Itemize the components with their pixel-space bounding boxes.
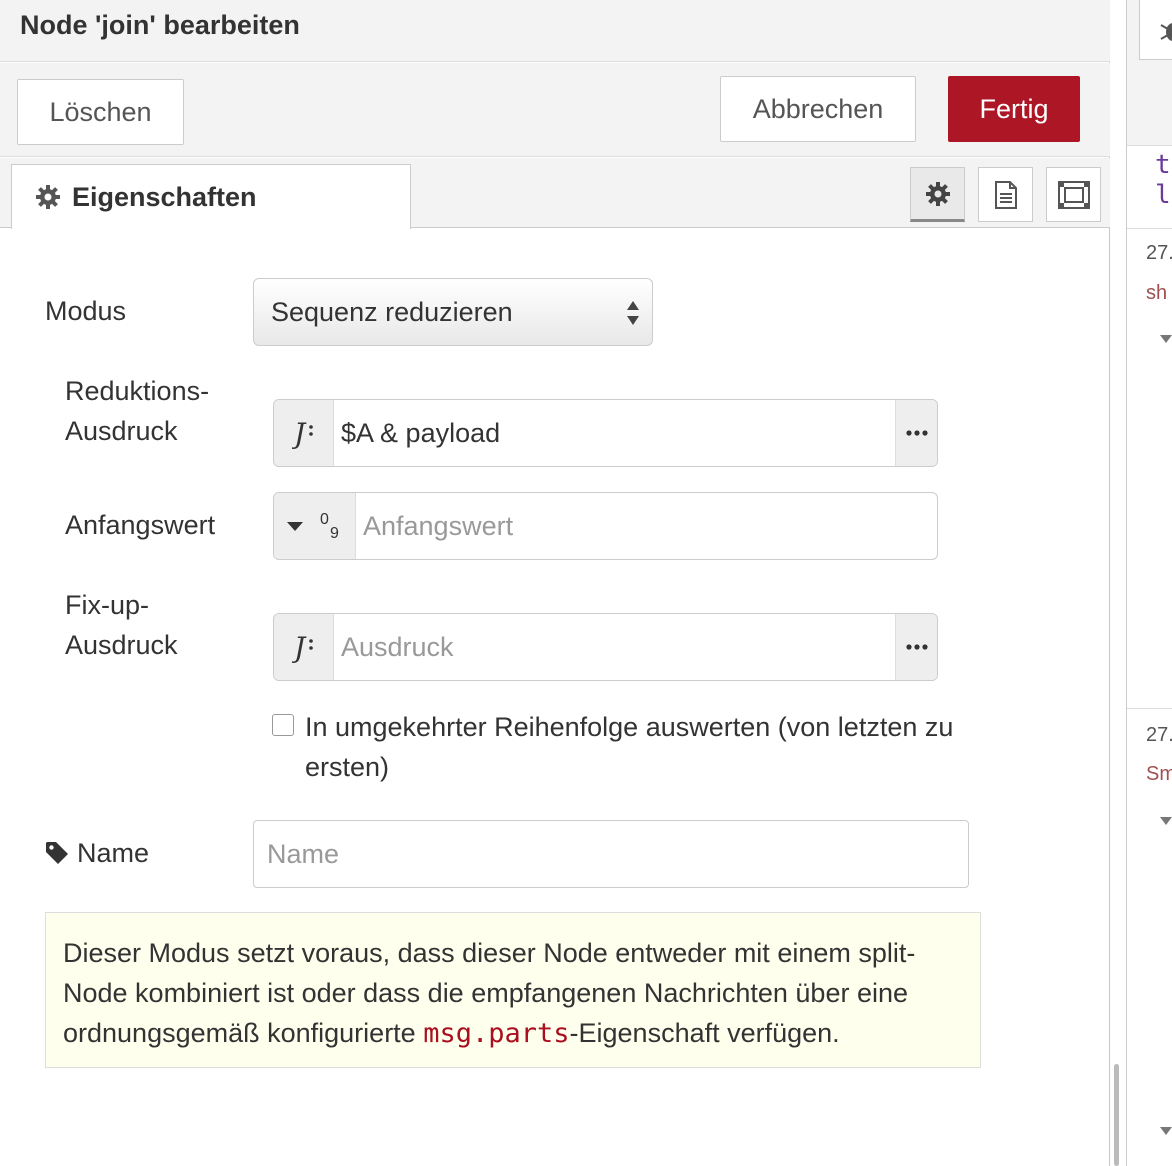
- sidebar-tab-debug[interactable]: [1139, 0, 1172, 60]
- gear-icon: [36, 185, 60, 209]
- fixup-expression-input[interactable]: J Ausdruck: [273, 613, 938, 681]
- mode-select-value: Sequenz reduzieren: [271, 296, 513, 327]
- name-label: Name: [45, 833, 149, 873]
- tab-properties-label: Eigenschaften: [72, 181, 257, 212]
- svg-text:0: 0: [320, 511, 329, 528]
- name-input[interactable]: Name: [253, 820, 969, 888]
- number-type-button[interactable]: 0 9: [274, 493, 356, 559]
- debug-topic: Sm: [1146, 763, 1172, 785]
- debug-sidebar: t l 27. sh 27. Sm: [1126, 0, 1172, 1166]
- expression-editor-button[interactable]: [895, 400, 937, 466]
- jsonata-type-button[interactable]: J: [274, 614, 334, 680]
- svg-text:J: J: [292, 417, 307, 450]
- select-arrows-icon: [627, 301, 639, 325]
- reduce-expression-input[interactable]: J $A & payload: [273, 399, 938, 467]
- chevron-down-icon: [287, 522, 303, 531]
- initial-value-label: Anfangswert: [65, 510, 216, 540]
- number-type-icon: 0 9: [320, 511, 339, 542]
- reverse-order-checkbox[interactable]: [272, 714, 294, 736]
- ellipsis-icon: [905, 644, 928, 650]
- debug-timestamp: 27.: [1146, 724, 1172, 746]
- tab-description[interactable]: [978, 167, 1033, 222]
- mode-select[interactable]: Sequenz reduzieren: [253, 278, 653, 346]
- initial-value-input[interactable]: 0 9 Anfangswert: [273, 492, 938, 560]
- edit-node-dialog: Node 'join' bearbeiten Löschen Abbrechen…: [0, 0, 1110, 1166]
- bug-icon: [1160, 23, 1172, 41]
- mode-tip: Dieser Modus setzt voraus, dass dieser N…: [45, 912, 981, 1068]
- dialog-scrollbar[interactable]: [1114, 1064, 1119, 1166]
- dialog-title: Node 'join' bearbeiten: [0, 0, 1110, 62]
- svg-text:9: 9: [330, 525, 339, 542]
- fixup-expression-label: Fix-up- Ausdruck: [65, 590, 178, 660]
- code-line: t: [1155, 150, 1171, 180]
- description-icon: [994, 180, 1017, 209]
- msg-parts-code: msg.parts: [423, 1018, 570, 1049]
- reverse-order-label: In umgekehrter Reihenfolge auswerten (vo…: [305, 712, 954, 782]
- tab-appearance[interactable]: [1046, 167, 1101, 222]
- jsonata-type-button[interactable]: J: [274, 400, 334, 466]
- expression-editor-button[interactable]: [895, 614, 937, 680]
- ellipsis-icon: [905, 430, 928, 436]
- name-placeholder: Name: [267, 838, 340, 869]
- jsonata-icon: J: [292, 417, 313, 450]
- jsonata-icon: J: [292, 631, 313, 664]
- debug-timestamp: 27.: [1146, 242, 1172, 264]
- tag-icon: [46, 842, 68, 864]
- delete-button[interactable]: Löschen: [17, 79, 184, 145]
- reduce-expression-label: Reduktions- Ausdruck: [65, 376, 210, 446]
- code-line: l: [1155, 180, 1171, 210]
- appearance-icon: [1057, 180, 1090, 209]
- debug-topic: sh: [1146, 282, 1168, 304]
- dialog-toolbar: Löschen Abbrechen Fertig: [0, 63, 1110, 157]
- expand-triangle-icon[interactable]: [1160, 817, 1172, 825]
- done-button[interactable]: Fertig: [948, 76, 1080, 142]
- initial-value-placeholder: Anfangswert: [363, 510, 514, 541]
- reduce-expression-value: $A & payload: [341, 417, 501, 448]
- cancel-button[interactable]: Abbrechen: [720, 76, 916, 142]
- svg-text:J: J: [292, 631, 307, 664]
- gear-icon: [925, 181, 950, 206]
- fixup-expression-placeholder: Ausdruck: [341, 631, 454, 662]
- tab-settings[interactable]: [910, 167, 965, 222]
- tab-properties[interactable]: Eigenschaften: [11, 164, 411, 229]
- expand-triangle-icon[interactable]: [1160, 1127, 1172, 1135]
- mode-label: Modus: [45, 296, 127, 326]
- expand-triangle-icon[interactable]: [1160, 335, 1172, 343]
